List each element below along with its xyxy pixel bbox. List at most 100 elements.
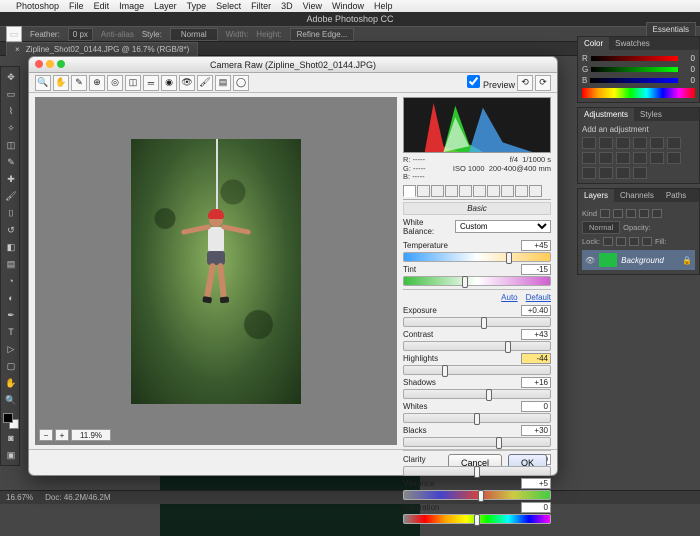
zoom-window-icon[interactable]	[57, 60, 65, 68]
menu-filter[interactable]: Filter	[251, 1, 271, 11]
shadows-slider[interactable]	[403, 389, 551, 399]
cr-radial-icon[interactable]: ◯	[233, 75, 249, 91]
contrast-value[interactable]: +43	[521, 329, 551, 340]
cr-rotate-ccw-icon[interactable]: ⟲	[517, 75, 533, 91]
cr-zoom-icon[interactable]: 🔍	[35, 75, 51, 91]
dialog-titlebar[interactable]: Camera Raw (Zipline_Shot02_0144.JPG)	[29, 57, 557, 73]
cr-grad-icon[interactable]: ▤	[215, 75, 231, 91]
minimize-window-icon[interactable]	[46, 60, 54, 68]
stamp-tool-icon[interactable]: ⌷	[3, 205, 19, 221]
cr-rotate-cw-icon[interactable]: ⟳	[535, 75, 551, 91]
tab-split-icon[interactable]	[459, 185, 472, 197]
tab-color[interactable]: Color	[578, 37, 609, 50]
lock-pixel-icon[interactable]	[616, 237, 626, 246]
adj-exposure-icon[interactable]	[633, 137, 647, 149]
adj-mixer-icon[interactable]	[633, 152, 647, 164]
filter-shape-icon[interactable]	[639, 209, 649, 218]
tab-paths[interactable]: Paths	[660, 189, 692, 202]
vibrance-slider[interactable]	[403, 490, 551, 500]
b-value[interactable]: 0	[681, 76, 695, 85]
visibility-icon[interactable]: 👁	[585, 256, 595, 265]
cr-redeye-icon[interactable]: 👁	[179, 75, 195, 91]
r-value[interactable]: 0	[681, 54, 695, 63]
filter-pixel-icon[interactable]	[600, 209, 610, 218]
spectrum-picker[interactable]	[582, 88, 695, 98]
heal-tool-icon[interactable]: ✚	[3, 171, 19, 187]
temperature-slider[interactable]	[403, 252, 551, 262]
refine-edge-button[interactable]: Refine Edge...	[290, 28, 355, 41]
adj-brightness-icon[interactable]	[582, 137, 596, 149]
highlights-value[interactable]: -44	[521, 353, 551, 364]
g-value[interactable]: 0	[681, 65, 695, 74]
adj-lookup-icon[interactable]	[650, 152, 664, 164]
adj-threshold-icon[interactable]	[599, 167, 613, 179]
lock-pos-icon[interactable]	[629, 237, 639, 246]
white-balance-select[interactable]: Custom	[455, 220, 551, 233]
filter-type-icon[interactable]	[626, 209, 636, 218]
crop-tool-icon[interactable]: ◫	[3, 137, 19, 153]
zoom-out-button[interactable]: −	[39, 429, 53, 441]
menu-layer[interactable]: Layer	[154, 1, 177, 11]
doc-info[interactable]: Doc: 46.2M/46.2M	[45, 493, 110, 502]
eraser-tool-icon[interactable]: ◧	[3, 239, 19, 255]
zoom-readout[interactable]: 16.67%	[6, 493, 33, 502]
color-swatches[interactable]	[3, 413, 19, 429]
adj-selective-icon[interactable]	[633, 167, 647, 179]
layer-row[interactable]: 👁 Background 🔒	[582, 250, 695, 270]
style-select[interactable]: Normal	[170, 28, 218, 41]
adj-gradmap-icon[interactable]	[616, 167, 630, 179]
preview-area[interactable]: − + 11.9%	[35, 97, 397, 445]
tab-snap-icon[interactable]	[529, 185, 542, 197]
tint-slider[interactable]	[403, 276, 551, 286]
tab-presets-icon[interactable]	[515, 185, 528, 197]
foreground-swatch[interactable]	[3, 413, 13, 423]
path-tool-icon[interactable]: ▷	[3, 341, 19, 357]
layer-thumbnail[interactable]	[599, 253, 617, 267]
menu-app[interactable]: Photoshop	[16, 1, 59, 11]
shape-tool-icon[interactable]: ▢	[3, 358, 19, 374]
temperature-value[interactable]: +45	[521, 240, 551, 251]
filter-smart-icon[interactable]	[652, 209, 662, 218]
tab-curve-icon[interactable]	[417, 185, 430, 197]
tab-styles[interactable]: Styles	[634, 108, 668, 121]
zoom-tool-icon[interactable]: 🔍	[3, 392, 19, 408]
zoom-in-button[interactable]: +	[55, 429, 69, 441]
b-slider[interactable]	[590, 78, 678, 83]
menu-image[interactable]: Image	[119, 1, 144, 11]
quickmask-icon[interactable]: ◙	[3, 430, 19, 446]
preview-checkbox[interactable]: Preview	[467, 75, 515, 90]
eyedropper-tool-icon[interactable]: ✎	[3, 154, 19, 170]
menu-help[interactable]: Help	[374, 1, 393, 11]
contrast-slider[interactable]	[403, 341, 551, 351]
menu-type[interactable]: Type	[187, 1, 207, 11]
saturation-slider[interactable]	[403, 514, 551, 524]
close-icon[interactable]: ×	[15, 45, 20, 54]
tab-hsl-icon[interactable]	[445, 185, 458, 197]
workspace-switcher[interactable]: Essentials	[646, 22, 696, 37]
blacks-value[interactable]: +30	[521, 425, 551, 436]
feather-value[interactable]: 0 px	[68, 28, 93, 41]
cr-spot-icon[interactable]: ◉	[161, 75, 177, 91]
cr-crop-icon[interactable]: ◫	[125, 75, 141, 91]
histogram[interactable]	[403, 97, 551, 153]
cr-hand-icon[interactable]: ✋	[53, 75, 69, 91]
blacks-slider[interactable]	[403, 437, 551, 447]
history-brush-icon[interactable]: ↺	[3, 222, 19, 238]
tab-layers[interactable]: Layers	[578, 189, 614, 202]
adj-vibrance-icon[interactable]	[650, 137, 664, 149]
screenmode-icon[interactable]: ▣	[3, 447, 19, 463]
menu-edit[interactable]: Edit	[94, 1, 110, 11]
dodge-tool-icon[interactable]: ◐	[3, 290, 19, 306]
move-tool-icon[interactable]: ✥	[3, 69, 19, 85]
antialias-checkbox[interactable]: Anti-alias	[101, 30, 134, 39]
close-window-icon[interactable]	[35, 60, 43, 68]
hand-tool-icon[interactable]: ✋	[3, 375, 19, 391]
adj-photo-filter-icon[interactable]	[616, 152, 630, 164]
layer-name[interactable]: Background	[621, 256, 664, 265]
zoom-level-select[interactable]: 11.9%	[71, 429, 111, 441]
tab-basic-icon[interactable]	[403, 185, 416, 197]
lasso-tool-icon[interactable]: ⌇	[3, 103, 19, 119]
adj-hsl-icon[interactable]	[667, 137, 681, 149]
cr-adjbrush-icon[interactable]: 🖌	[197, 75, 213, 91]
highlights-slider[interactable]	[403, 365, 551, 375]
